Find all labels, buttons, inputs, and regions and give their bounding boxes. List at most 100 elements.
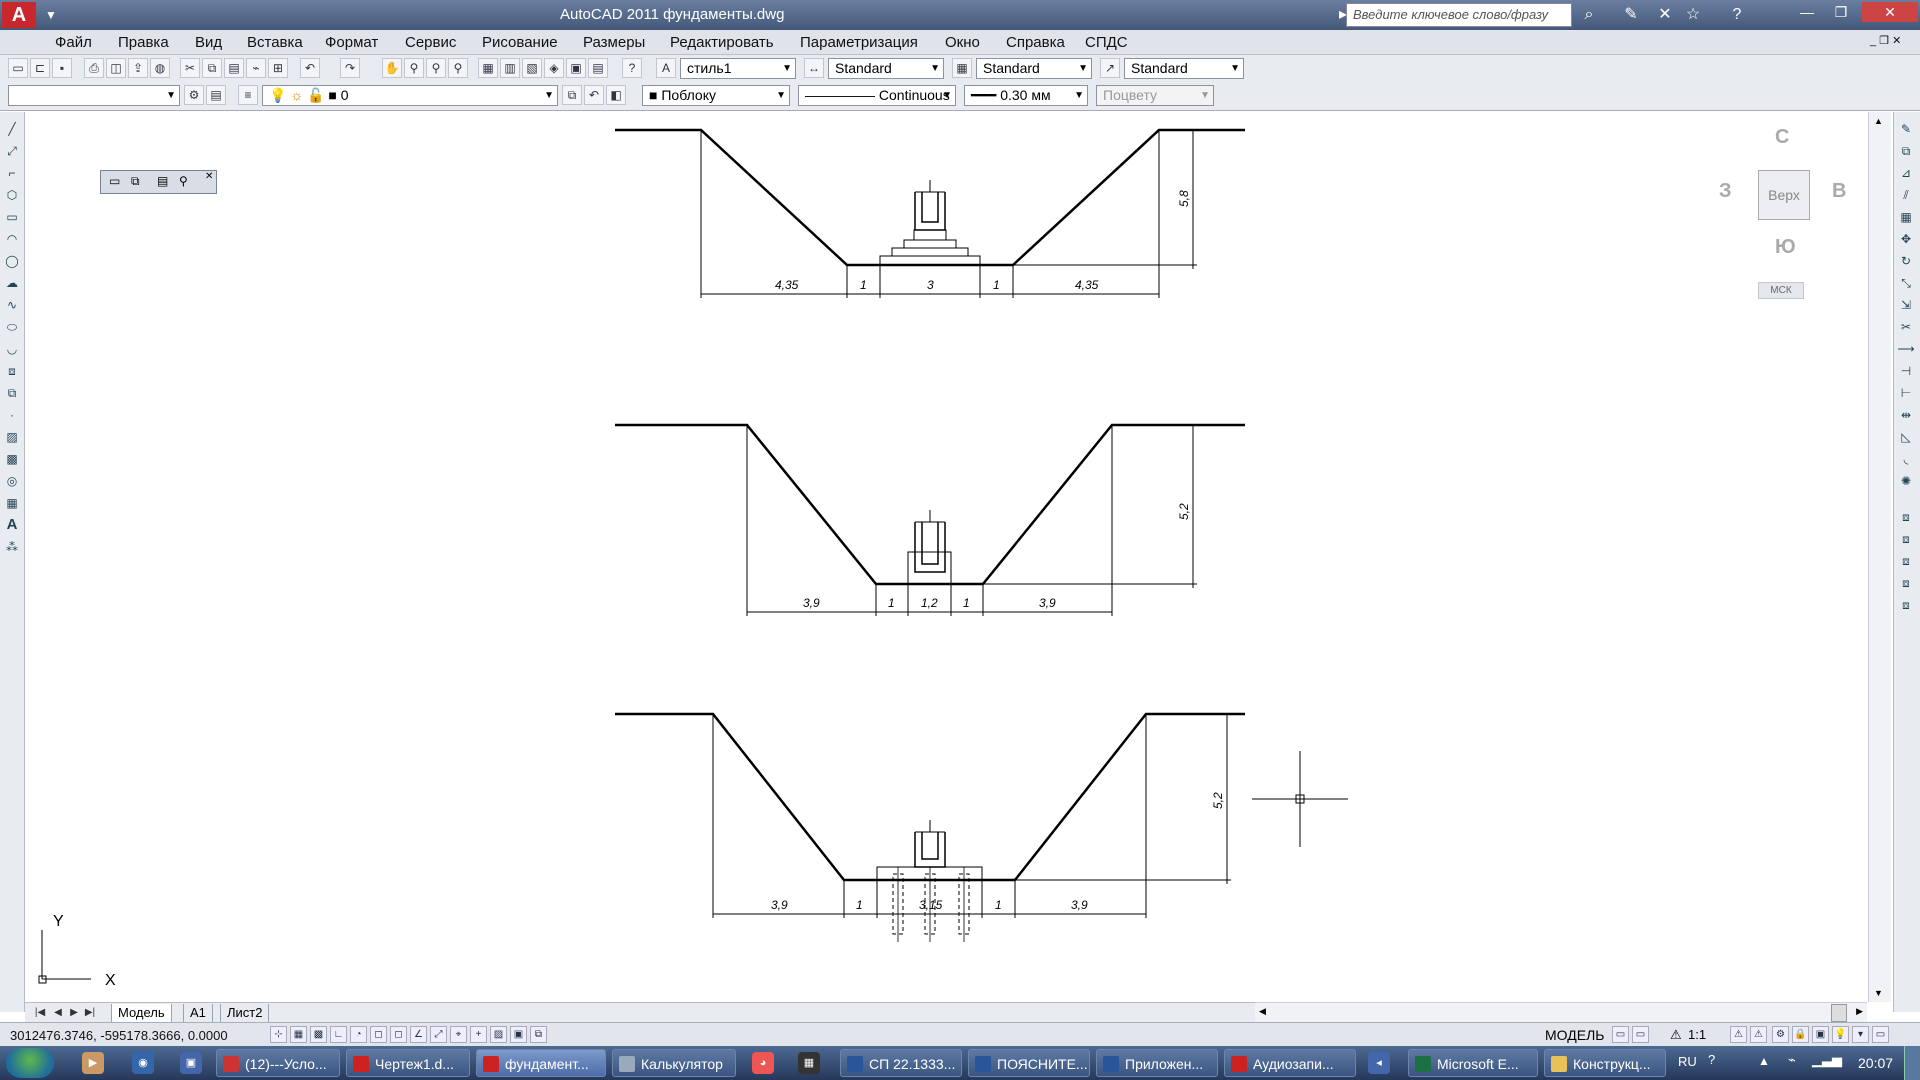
ellipse-icon[interactable]: ⬭ (3, 318, 21, 336)
floating-toolbar[interactable]: ▭ ⧉ ▤ ⚲ ✕ (100, 170, 217, 194)
transparency-icon[interactable]: ▨ (490, 1026, 507, 1043)
snap-mode-icon[interactable]: ▦ (290, 1026, 307, 1043)
task-audio[interactable]: Аудиозапи... (1224, 1049, 1356, 1077)
task-folder[interactable]: Конструкц... (1544, 1049, 1666, 1077)
coordinates-readout[interactable]: 3012476.3746, -595178.3666, 0.0000 (10, 1028, 228, 1043)
menu-tools[interactable]: Сервис (405, 34, 456, 51)
drawing-svg[interactable]: 4,35 1 3 1 4,35 5,8 3,9 1 1,2 1 3,9 5,2 … (25, 112, 1868, 1002)
stretch-icon[interactable]: ⇲ (1897, 296, 1915, 314)
tool-palettes-icon[interactable]: ▧ (522, 58, 542, 78)
layer-manager-icon[interactable]: ≡ (238, 85, 258, 105)
plotstyle-select[interactable]: Поцвету ▼ (1096, 85, 1214, 106)
scroll-down-icon[interactable]: ▼ (1874, 988, 1883, 998)
zoom-window-icon[interactable]: ⚲ (426, 58, 446, 78)
task-foundations[interactable]: фундамент... (476, 1049, 606, 1077)
copy-object-icon[interactable]: ⧉ (1897, 142, 1915, 160)
break-icon[interactable]: ⊢ (1897, 384, 1915, 402)
task-appendix[interactable]: Приложен... (1096, 1049, 1218, 1077)
minimize-button[interactable]: — (1790, 2, 1824, 22)
task-explanatory[interactable]: ПОЯСНИТЕ... (968, 1049, 1090, 1077)
draworder-below-icon[interactable]: ⧈ (1897, 596, 1915, 614)
redo-icon[interactable]: ↷ (340, 58, 360, 78)
paste-icon[interactable]: ▤ (224, 58, 244, 78)
menu-format[interactable]: Формат (325, 34, 378, 51)
annotation-visibility-icon[interactable]: ⚠ (1730, 1026, 1747, 1043)
polar-tracking-icon[interactable]: ◔ (350, 1026, 367, 1043)
line-icon[interactable]: ╱ (3, 120, 21, 138)
start-button[interactable] (6, 1048, 54, 1078)
color-select[interactable]: ■ Поблоку ▼ (642, 85, 790, 106)
wcs-menu[interactable]: МСК (1758, 282, 1804, 299)
add-selected-icon[interactable]: ⁂ (3, 538, 21, 556)
viewcube-south[interactable]: Ю (1775, 236, 1796, 259)
ortho-mode-icon[interactable]: ∟ (330, 1026, 347, 1043)
copy-icon[interactable]: ⧉ (202, 58, 222, 78)
spline-icon[interactable]: ∿ (3, 296, 21, 314)
selection-cycling-icon[interactable]: ⧉ (530, 1026, 547, 1043)
menu-modify[interactable]: Редактировать (670, 34, 774, 51)
draworder-back-icon[interactable]: ⧈ (1897, 530, 1915, 548)
menu-parametric[interactable]: Параметризация (800, 34, 918, 51)
plot-preview-icon[interactable]: ◫ (106, 58, 126, 78)
dim-style-select[interactable]: Standard ▼ (828, 58, 944, 79)
isolate-objects-icon[interactable]: 💡 (1832, 1026, 1849, 1043)
menu-spds[interactable]: СПДС (1085, 34, 1128, 51)
draworder-front-icon[interactable]: ⧈ (1897, 552, 1915, 570)
layer-isolate-icon[interactable]: ◧ (606, 85, 626, 105)
linetype-select[interactable]: ————— Continuous ▼ (798, 85, 956, 106)
make-block-icon[interactable]: ⧉ (3, 384, 21, 402)
desktop-icon[interactable]: ▣ (180, 1052, 202, 1074)
menu-insert[interactable]: Вставка (247, 34, 303, 51)
gradient-icon[interactable]: ▩ (3, 450, 21, 468)
task-excel[interactable]: Microsoft E... (1408, 1049, 1538, 1077)
cut-icon[interactable]: ✂ (180, 58, 200, 78)
design-center-icon[interactable]: ▥ (500, 58, 520, 78)
viewcube-east[interactable]: В (1832, 180, 1846, 203)
draworder-above-icon[interactable]: ⧈ (1897, 574, 1915, 592)
object-snap-icon[interactable]: ◻ (370, 1026, 387, 1043)
extend-icon[interactable]: ⟶ (1897, 340, 1915, 358)
scroll-thumb[interactable] (1831, 1004, 1847, 1022)
scroll-up-icon[interactable]: ▲ (1874, 116, 1883, 126)
match-properties-icon[interactable]: ⌁ (246, 58, 266, 78)
revision-cloud-icon[interactable]: ☁ (3, 274, 21, 292)
plot-icon[interactable]: ⎙ (84, 58, 104, 78)
quick-view-layouts-icon[interactable]: ▭ (1612, 1026, 1629, 1043)
text-style-select[interactable]: стиль1 ▼ (680, 58, 796, 79)
menu-view[interactable]: Вид (195, 34, 222, 51)
table-style-select[interactable]: Standard ▼ (976, 58, 1092, 79)
scroll-right-icon[interactable]: ▶ (1856, 1006, 1863, 1017)
last-tab-icon[interactable]: ▶| (83, 1005, 97, 1021)
task-sp[interactable]: СП 22.1333... (840, 1049, 962, 1077)
viewcube-top-face[interactable]: Верх (1758, 170, 1810, 220)
search-input[interactable]: Введите ключевое слово/фразу (1346, 3, 1572, 27)
close-button[interactable]: ✕ (1862, 2, 1918, 22)
chamfer-icon[interactable]: ◺ (1897, 428, 1915, 446)
offset-icon[interactable]: ⫽ (1897, 186, 1915, 204)
undo-icon[interactable]: ↶ (300, 58, 320, 78)
construction-line-icon[interactable]: ⤢ (3, 142, 21, 160)
help-tray-icon[interactable]: ? (1708, 1052, 1715, 1067)
explode-icon[interactable]: ✺ (1897, 472, 1915, 490)
model-space-label[interactable]: МОДЕЛЬ (1545, 1027, 1604, 1043)
rotate-icon[interactable]: ↻ (1897, 252, 1915, 270)
drawing-area[interactable]: 4,35 1 3 1 4,35 5,8 3,9 1 1,2 1 3,9 5,2 … (25, 112, 1868, 1002)
media-player-icon[interactable]: ▶ (82, 1052, 104, 1074)
speaker-app-icon[interactable]: ◂ (1368, 1052, 1390, 1074)
binoculars-icon[interactable]: ⌕ (1578, 4, 1600, 26)
workspace-select[interactable]: ▼ (8, 85, 180, 106)
abbyy-icon[interactable]: ◉ (132, 1052, 154, 1074)
workspace-switching-icon[interactable]: ⚙ (1772, 1026, 1789, 1043)
horizontal-scrollbar[interactable]: ◀ ▶ (1255, 1002, 1867, 1023)
pan-icon[interactable]: ✋ (382, 58, 402, 78)
clock[interactable]: 20:07 (1858, 1055, 1893, 1071)
menu-help[interactable]: Справка (1006, 34, 1065, 51)
tab-model[interactable]: Модель (111, 1004, 172, 1023)
menu-window[interactable]: Окно (945, 34, 980, 51)
favorites-star-icon[interactable]: ☆ (1682, 4, 1704, 26)
polyline-icon[interactable]: ⌐ (3, 164, 21, 182)
subscription-tools-icon[interactable]: ✎ (1620, 4, 1642, 26)
menu-edit[interactable]: Правка (118, 34, 169, 51)
workspace-settings-icon[interactable]: ⚙ (184, 85, 204, 105)
help-icon[interactable]: ? (1726, 4, 1748, 26)
